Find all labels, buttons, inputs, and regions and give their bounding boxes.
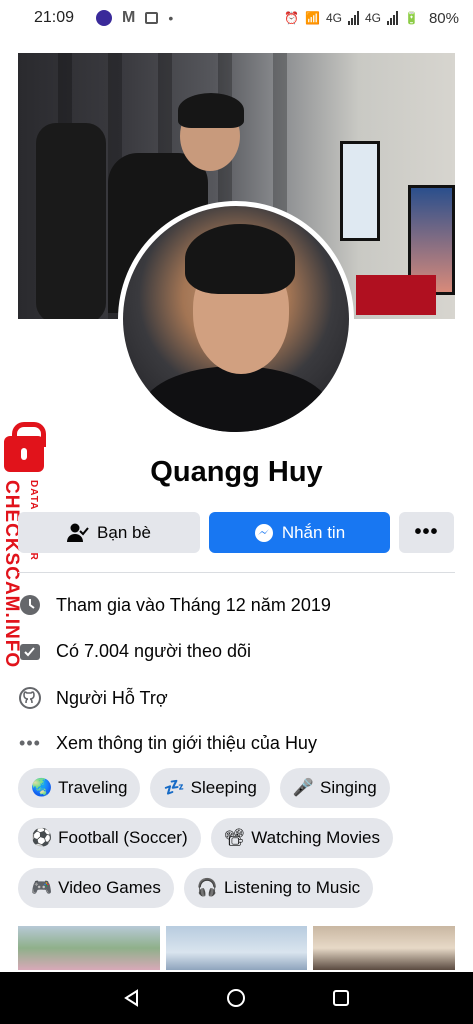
joined-text: Tham gia vào Tháng 12 năm 2019 (56, 594, 331, 615)
more-button[interactable]: ••• (399, 512, 454, 553)
gamepad-icon: 🎮 (31, 878, 53, 897)
hobby-chip[interactable]: 💤 Sleeping (150, 768, 270, 808)
profile-name: Quangg Huy (150, 456, 323, 488)
home-circle-icon (227, 989, 246, 1007)
followers-icon (18, 639, 42, 663)
avatar (123, 206, 349, 432)
headphones-icon: 🎧 (196, 878, 219, 897)
hobby-label: Football (Soccer) (58, 828, 188, 847)
info-followers: Có 7.004 người theo dõi (18, 639, 455, 663)
app-notification-icon (96, 10, 113, 26)
followers-text: Có 7.004 người theo dõi (56, 640, 251, 661)
hobby-chip[interactable]: 🎮 Video Games (18, 868, 174, 908)
profile-actions: Bạn bè Nhắn tin ••• (18, 512, 454, 553)
recents-square-icon (332, 990, 349, 1006)
about-link[interactable]: Xem thông tin giới thiệu của Huy (56, 733, 317, 754)
info-role: Người Hỗ Trợ (18, 686, 455, 710)
gmail-icon: M (122, 9, 136, 26)
hobby-chip[interactable]: ⚽ Football (Soccer) (18, 818, 201, 858)
network-label-1: 4G (325, 11, 342, 25)
featured-photo[interactable] (18, 926, 160, 970)
network-label-2: 4G (365, 11, 382, 25)
message-label: Nhắn tin (281, 522, 346, 542)
github-icon (18, 686, 42, 710)
hobby-label: Traveling (58, 778, 128, 797)
info-joined: Tham gia vào Tháng 12 năm 2019 (18, 593, 455, 617)
hobby-label: Sleeping (190, 778, 257, 797)
gallery-icon (145, 12, 159, 24)
hobby-label: Listening to Music (224, 878, 361, 897)
clock-icon (18, 593, 42, 617)
battery-icon: 🔋 (404, 11, 419, 25)
hobby-label: Singing (319, 778, 377, 797)
film-projector-icon: 📽 (223, 828, 246, 847)
featured-photo[interactable] (313, 926, 456, 970)
friends-button[interactable]: Bạn bè (18, 512, 200, 553)
home-button[interactable] (224, 986, 248, 1010)
globe-icon: 🌏 (31, 778, 53, 797)
status-bar: 21:09 M • ⏰ 📶 4G 4G 🔋 80% (0, 0, 473, 36)
friend-check-icon (67, 523, 89, 542)
hobby-chip[interactable]: 📽 Watching Movies (210, 818, 394, 858)
info-about[interactable]: ••• Xem thông tin giới thiệu của Huy (18, 731, 455, 755)
hobby-label: Video Games (58, 878, 161, 897)
status-time: 21:09 (34, 9, 75, 26)
wifi-icon: 📶 (305, 11, 320, 25)
battery-percent: 80% (428, 9, 459, 27)
back-button[interactable] (120, 986, 144, 1010)
messenger-icon (254, 523, 273, 542)
soccer-ball-icon: ⚽ (31, 828, 53, 847)
hobbies: 🌏 Traveling 💤 Sleeping 🎤 Singing ⚽ Footb… (18, 768, 455, 908)
more-dots-icon: ••• (414, 521, 439, 543)
hobby-label: Watching Movies (251, 828, 381, 847)
message-button[interactable]: Nhắn tin (209, 512, 390, 553)
hobby-chip[interactable]: 🎤 Singing (279, 768, 390, 808)
microphone-icon: 🎤 (292, 778, 314, 797)
featured-photo[interactable] (165, 926, 308, 970)
signal-icon-2 (387, 11, 399, 25)
featured-photos (18, 926, 456, 970)
divider (18, 572, 455, 573)
more-notifications-icon: • (168, 10, 174, 26)
more-horizontal-icon: ••• (19, 732, 41, 753)
recents-button[interactable] (329, 986, 353, 1010)
signal-icon (348, 11, 359, 25)
friends-label: Bạn bè (97, 522, 151, 542)
role-text: Người Hỗ Trợ (56, 687, 168, 708)
profile-picture[interactable] (118, 201, 354, 437)
sleeping-icon: 💤 (163, 778, 185, 797)
hobby-chip[interactable]: 🌏 Traveling (18, 768, 141, 808)
system-nav-bar (0, 972, 473, 1024)
hobby-chip[interactable]: 🎧 Listening to Music (183, 868, 374, 908)
back-triangle-icon (124, 989, 139, 1007)
alarm-icon: ⏰ (284, 11, 300, 25)
